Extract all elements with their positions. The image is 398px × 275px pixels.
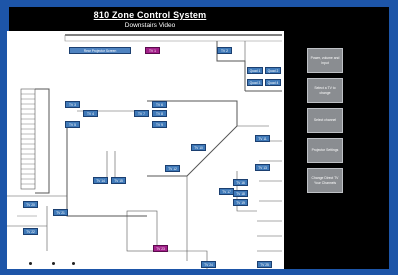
quad-button-3[interactable]: Quad 3 <box>247 79 263 86</box>
tv-button-18[interactable]: TV 18 <box>233 190 248 197</box>
tv-button-1[interactable]: TV 1 <box>145 47 160 54</box>
tv-button-11[interactable]: TV 11 <box>255 135 270 142</box>
tv-button-10[interactable]: TV 10 <box>191 144 206 151</box>
tv-button-9[interactable]: TV 9 <box>152 121 167 128</box>
power-volume-input-button[interactable]: Power, volume and Input <box>307 48 343 73</box>
speaker-dot <box>72 262 75 265</box>
tv-button-rear-projector[interactable]: Rear Projector Screen <box>69 47 131 54</box>
tv-button-20[interactable]: TV 20 <box>23 201 38 208</box>
tv-button-14[interactable]: TV 14 <box>93 177 108 184</box>
select-tv-button[interactable]: Select a TV to change <box>307 78 343 103</box>
tv-button-13[interactable]: TV 13 <box>255 164 270 171</box>
tv-button-12[interactable]: TV 12 <box>165 165 180 172</box>
change-direct-tv-channels-button[interactable]: Change Direct TV Your Channels <box>307 168 343 193</box>
tv-button-7[interactable]: TV 7 <box>134 110 149 117</box>
tv-button-22[interactable]: TV 22 <box>23 228 38 235</box>
tv-button-5[interactable]: TV 5 <box>65 121 80 128</box>
floor-plan: Rear Projector Screen TV 1 TV 2 Quad 1 Q… <box>7 31 284 269</box>
floor-plan-walls <box>7 34 282 269</box>
speaker-dot <box>52 262 55 265</box>
tv-button-23[interactable]: TV 23 <box>153 245 168 252</box>
quad-button-2[interactable]: Quad 2 <box>265 67 281 74</box>
tv-button-24[interactable]: TV 24 <box>201 261 216 268</box>
page-subtitle: Downstairs Video <box>124 22 176 29</box>
page-title: 810 Zone Control System <box>93 10 207 20</box>
tv-button-19[interactable]: TV 19 <box>233 199 248 206</box>
tv-button-17[interactable]: TV 17 <box>219 188 234 195</box>
quad-button-4[interactable]: Quad 4 <box>265 79 281 86</box>
tv-button-6[interactable]: TV 6 <box>152 101 167 108</box>
tv-button-3[interactable]: TV 3 <box>65 101 80 108</box>
tv-button-4[interactable]: TV 4 <box>83 110 98 117</box>
projector-settings-button[interactable]: Projector Settings <box>307 138 343 163</box>
tv-button-15[interactable]: TV 15 <box>111 177 126 184</box>
quad-button-1[interactable]: Quad 1 <box>247 67 263 74</box>
tv-button-2[interactable]: TV 2 <box>217 47 232 54</box>
tv-button-16[interactable]: TV 16 <box>233 179 248 186</box>
select-channel-button[interactable]: Select channel <box>307 108 343 133</box>
speaker-dot <box>29 262 32 265</box>
tv-button-25[interactable]: TV 25 <box>257 261 272 268</box>
tv-button-8[interactable]: TV 8 <box>152 110 167 117</box>
tv-button-21[interactable]: TV 21 <box>53 209 68 216</box>
